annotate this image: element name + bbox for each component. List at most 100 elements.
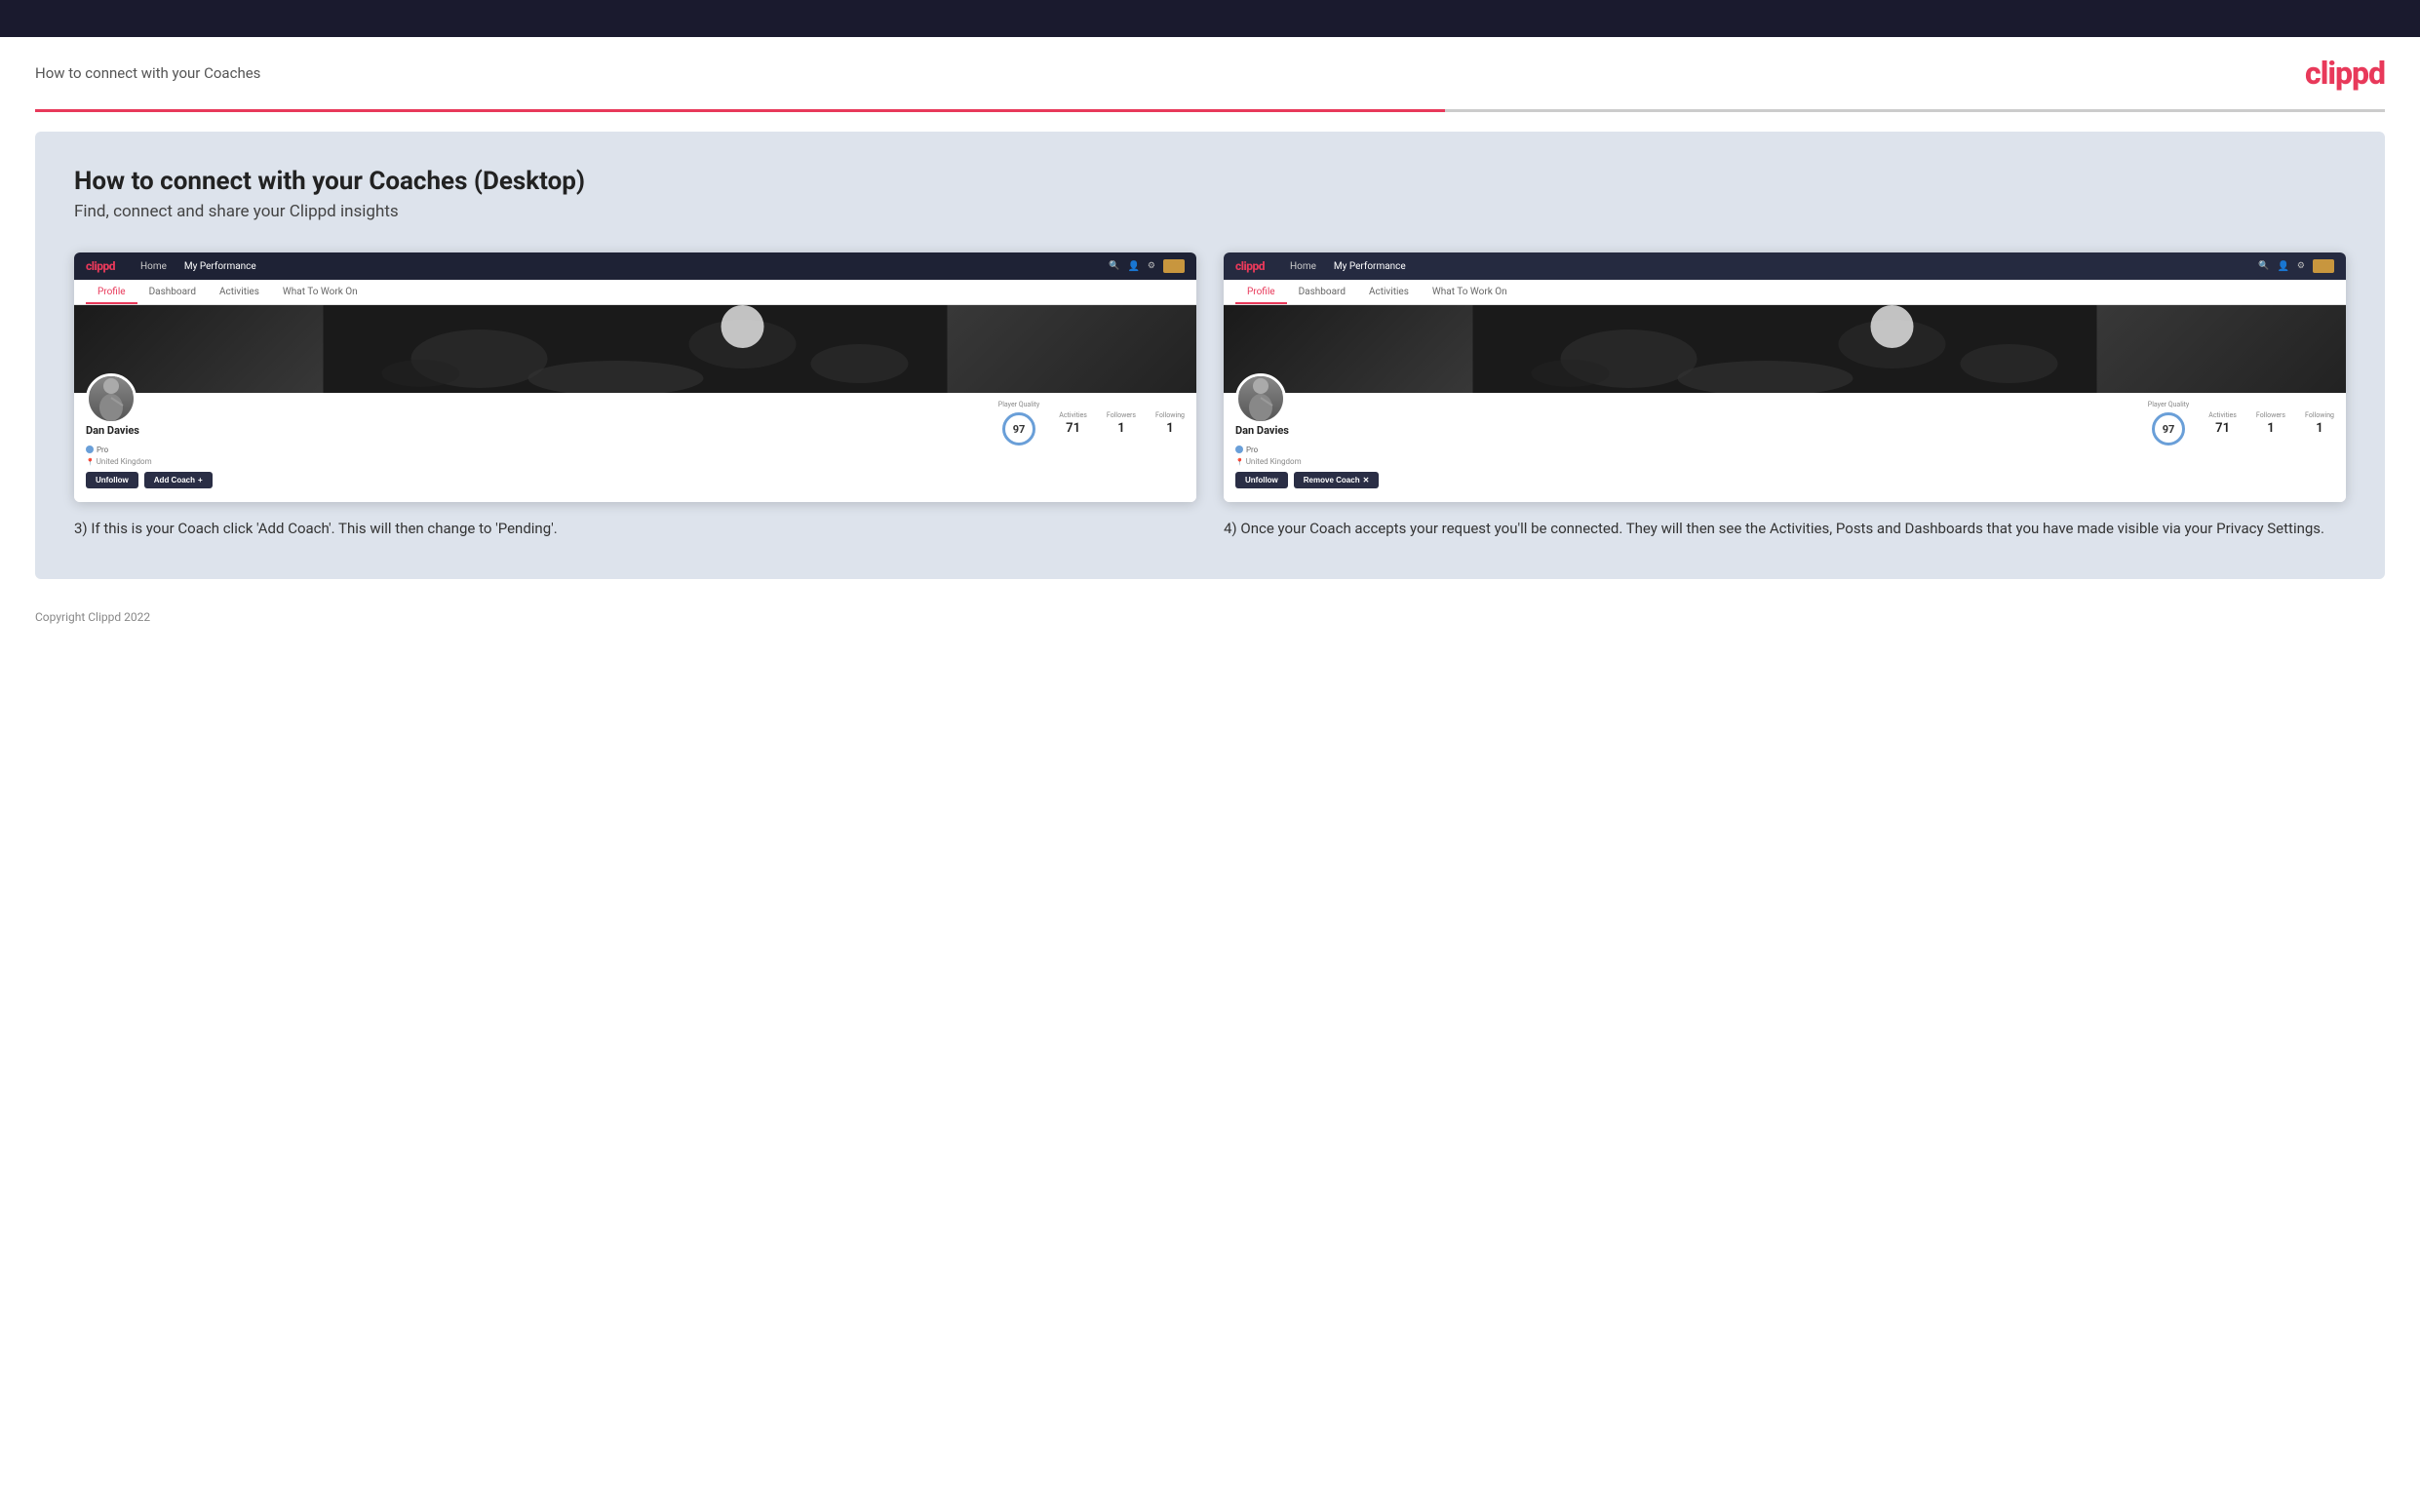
mock-profile-name-2: Dan Davies [1235,424,1379,437]
bell-icon-1[interactable]: ⚙ [1148,261,1155,271]
person-icon-1[interactable]: 👤 [1127,261,1139,272]
tab-activities-2[interactable]: Activities [1357,280,1421,304]
logo: clippd [2305,55,2385,92]
header-divider [35,109,2385,112]
tab-dashboard-1[interactable]: Dashboard [137,280,208,304]
mock-avatar-inner-1 [89,376,134,421]
mock-profile-badge-1: Pro [86,446,108,454]
mock-tabs-2: Profile Dashboard Activities What To Wor… [1224,280,2346,305]
mock-buttons-1: Unfollow Add Coach + [86,472,213,488]
mock-pq-value-1: 97 [1002,412,1035,446]
mock-profile-info-2: Dan Davies Pro United Kingdom Unfollow R… [1235,424,1379,488]
tab-profile-2[interactable]: Profile [1235,280,1287,304]
mock-avatar-wrapper-2 [1235,373,1379,424]
mock-stats-1: Player Quality 97 Activities 71 Follower… [998,401,1185,446]
mock-logo-1: clippd [86,259,115,273]
mock-stat-activities-value-2: 71 [2208,421,2237,436]
mock-nav-2: clippd Home My Performance 🔍 👤 ⚙ [1224,252,2346,280]
mock-avatar-inner-2 [1238,376,1283,421]
caption-2: 4) Once your Coach accepts your request … [1224,518,2346,540]
mock-stat-activities-2: Activities 71 [2208,411,2237,436]
mock-stat-followers-value-1: 1 [1107,421,1136,436]
mock-stat-activities-value-1: 71 [1059,421,1087,436]
mock-banner-2 [1224,305,2346,393]
page-heading: How to connect with your Coaches (Deskto… [74,167,2346,196]
x-icon: ✕ [1363,476,1370,485]
mock-logo-2: clippd [1235,259,1265,273]
mock-pq-value-2: 97 [2152,412,2185,446]
badge-dot-2 [1235,446,1243,453]
mock-stat-following-2: Following 1 [2305,411,2334,436]
person-icon-2[interactable]: 👤 [2277,261,2288,272]
mock-profile-name-1: Dan Davies [86,424,213,437]
flag-avatar-2 [2313,259,2334,273]
mock-banner-img-2 [1224,305,2346,393]
mock-stat-activities-label-2: Activities [2208,411,2237,419]
unfollow-button-1[interactable]: Unfollow [86,472,138,488]
footer: Copyright Clippd 2022 [0,599,2420,636]
mock-profile-left-2: Dan Davies Pro United Kingdom Unfollow R… [1235,401,1379,488]
flag-avatar-1 [1163,259,1185,273]
mock-stat-following-value-2: 1 [2305,421,2334,436]
screenshot-mockup-2: clippd Home My Performance 🔍 👤 ⚙ Profile… [1224,252,2346,502]
mock-stat-following-1: Following 1 [1155,411,1185,436]
mock-banner-img-1 [74,305,1196,393]
mock-buttons-2: Unfollow Remove Coach ✕ [1235,472,1379,488]
mock-profile-section-2: Dan Davies Pro United Kingdom Unfollow R… [1224,393,2346,502]
caption-1: 3) If this is your Coach click 'Add Coac… [74,518,1196,540]
bell-icon-2[interactable]: ⚙ [2297,261,2305,271]
remove-coach-button[interactable]: Remove Coach ✕ [1294,472,1380,488]
mock-pq-2: Player Quality 97 [2148,401,2189,446]
mock-stat-followers-2: Followers 1 [2256,411,2285,436]
page-subheading: Find, connect and share your Clippd insi… [74,202,2346,221]
banner-svg-1 [74,305,1196,393]
mock-stats-2: Player Quality 97 Activities 71 Follower… [2148,401,2334,446]
mock-tabs-1: Profile Dashboard Activities What To Wor… [74,280,1196,305]
mock-pq-label-1: Player Quality [998,401,1039,408]
mock-stat-followers-1: Followers 1 [1107,411,1136,436]
banner-svg-2 [1224,305,2346,393]
search-icon-2[interactable]: 🔍 [2258,261,2269,271]
screenshot-mockup-1: clippd Home My Performance 🔍 👤 ⚙ Profile… [74,252,1196,502]
mock-stat-followers-value-2: 1 [2256,421,2285,436]
mock-stat-followers-label-2: Followers [2256,411,2285,419]
mock-nav-icons-1: 🔍 👤 ⚙ [1109,259,1185,273]
mock-avatar-2 [1235,373,1286,424]
mock-nav-1: clippd Home My Performance 🔍 👤 ⚙ [74,252,1196,280]
screenshot-col-2: clippd Home My Performance 🔍 👤 ⚙ Profile… [1224,252,2346,540]
mock-stat-activities-label-1: Activities [1059,411,1087,419]
mock-stat-activities-1: Activities 71 [1059,411,1087,436]
mock-nav-icons-2: 🔍 👤 ⚙ [2258,259,2334,273]
mock-nav-performance-1[interactable]: My Performance [184,261,256,272]
mock-profile-section-1: Dan Davies Pro United Kingdom Unfollow A… [74,393,1196,502]
search-icon-1[interactable]: 🔍 [1109,261,1119,271]
tab-profile-1[interactable]: Profile [86,280,137,304]
mock-pq-1: Player Quality 97 [998,401,1039,446]
mock-avatar-wrapper-1 [86,373,213,424]
mock-nav-home-1[interactable]: Home [140,261,167,272]
mock-stat-following-label-2: Following [2305,411,2334,419]
unfollow-button-2[interactable]: Unfollow [1235,472,1288,488]
mock-profile-location-1: United Kingdom [86,457,213,466]
mock-stat-following-value-1: 1 [1155,421,1185,436]
badge-dot-1 [86,446,94,453]
caption-text-2: 4) Once your Coach accepts your request … [1224,520,2324,537]
header-title: How to connect with your Coaches [35,64,260,82]
tab-activities-1[interactable]: Activities [208,280,271,304]
add-coach-button[interactable]: Add Coach + [144,472,213,488]
mock-stat-following-label-1: Following [1155,411,1185,419]
top-bar [0,0,2420,37]
plus-icon: + [198,476,203,485]
mock-nav-home-2[interactable]: Home [1290,261,1316,272]
tab-what-to-work-on-2[interactable]: What To Work On [1421,280,1519,304]
mock-banner-1 [74,305,1196,393]
tab-what-to-work-on-1[interactable]: What To Work On [271,280,370,304]
tab-dashboard-2[interactable]: Dashboard [1287,280,1357,304]
caption-text-1: 3) If this is your Coach click 'Add Coac… [74,520,558,537]
mock-avatar-1 [86,373,137,424]
mock-profile-location-2: United Kingdom [1235,457,1379,466]
mock-stat-followers-label-1: Followers [1107,411,1136,419]
screenshots-row: clippd Home My Performance 🔍 👤 ⚙ Profile… [74,252,2346,540]
mock-pq-label-2: Player Quality [2148,401,2189,408]
mock-nav-performance-2[interactable]: My Performance [1334,261,1406,272]
